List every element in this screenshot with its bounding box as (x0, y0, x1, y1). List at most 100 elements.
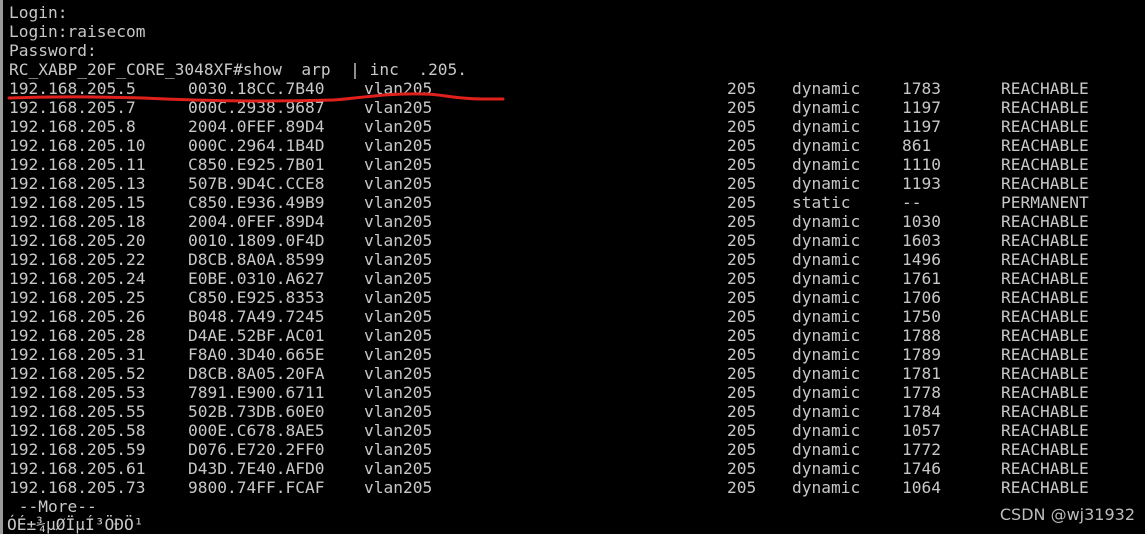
state-cell: REACHABLE (1001, 478, 1089, 497)
age-cell: 1750 (902, 307, 941, 326)
mac-address-cell: F8A0.3D40.665E (188, 345, 325, 364)
interface-cell: vlan205 (364, 212, 433, 231)
vlan-id-cell: 205 (727, 98, 757, 117)
state-cell: REACHABLE (1001, 117, 1089, 136)
ip-address-cell: 192.168.205.5 (9, 79, 136, 98)
entry-type-cell: dynamic (792, 117, 861, 136)
vlan-id-cell: 205 (727, 364, 757, 383)
vlan-id-cell: 205 (727, 269, 757, 288)
arp-entry-row: 192.168.205.20 0010.1809.0F4D vlan205 205 dy… (3, 231, 1145, 250)
age-cell: 1781 (902, 364, 941, 383)
state-cell: REACHABLE (1001, 326, 1089, 345)
interface-cell: vlan205 (364, 459, 433, 478)
vlan-id-cell: 205 (727, 326, 757, 345)
vlan-id-cell: 205 (727, 440, 757, 459)
vlan-id-cell: 205 (727, 345, 757, 364)
mac-address-cell: 9800.74FF.FCAF (188, 478, 325, 497)
interface-cell: vlan205 (364, 383, 433, 402)
entry-type-cell: dynamic (792, 250, 861, 269)
ip-address-cell: 192.168.205.10 (9, 136, 146, 155)
interface-cell: vlan205 (364, 136, 433, 155)
vlan-id-cell: 205 (727, 478, 757, 497)
ip-address-cell: 192.168.205.18 (9, 212, 146, 231)
entry-type-cell: dynamic (792, 440, 861, 459)
state-cell: REACHABLE (1001, 250, 1089, 269)
interface-cell: vlan205 (364, 117, 433, 136)
interface-cell: vlan205 (364, 231, 433, 250)
interface-cell: vlan205 (364, 345, 433, 364)
state-cell: REACHABLE (1001, 288, 1089, 307)
mac-address-cell: 0010.1809.0F4D (188, 231, 325, 250)
interface-cell: vlan205 (364, 174, 433, 193)
mac-address-cell: C850.E936.49B9 (188, 193, 325, 212)
ip-address-cell: 192.168.205.13 (9, 174, 146, 193)
vlan-id-cell: 205 (727, 402, 757, 421)
mac-address-cell: E0BE.0310.A627 (188, 269, 325, 288)
age-cell: 1788 (902, 326, 941, 345)
mac-address-cell: 7891.E900.6711 (188, 383, 325, 402)
age-cell: -- (902, 193, 922, 212)
interface-cell: vlan205 (364, 307, 433, 326)
arp-entry-row: 192.168.205.25 C850.E925.8353 vlan205 205 dy… (3, 288, 1145, 307)
age-cell: 1789 (902, 345, 941, 364)
age-cell: 1778 (902, 383, 941, 402)
ip-address-cell: 192.168.205.7 (9, 98, 136, 117)
mac-address-cell: B048.7A49.7245 (188, 307, 325, 326)
ip-address-cell: 192.168.205.22 (9, 250, 146, 269)
mac-address-cell: 000C.2938.9687 (188, 98, 325, 117)
state-cell: REACHABLE (1001, 421, 1089, 440)
vlan-id-cell: 205 (727, 421, 757, 440)
mac-address-cell: 2004.0FEF.89D4 (188, 212, 325, 231)
terminal-window[interactable]: Login: Login:raisecom Password: RC_XABP_… (0, 0, 1145, 534)
interface-cell: vlan205 (364, 79, 433, 98)
age-cell: 861 (902, 136, 932, 155)
interface-cell: vlan205 (364, 288, 433, 307)
age-cell: 1784 (902, 402, 941, 421)
age-cell: 1064 (902, 478, 941, 497)
entry-type-cell: dynamic (792, 364, 861, 383)
ip-address-cell: 192.168.205.20 (9, 231, 146, 250)
interface-cell: vlan205 (364, 421, 433, 440)
age-cell: 1197 (902, 117, 941, 136)
state-cell: REACHABLE (1001, 155, 1089, 174)
ip-address-cell: 192.168.205.25 (9, 288, 146, 307)
arp-entry-row: 192.168.205.28 D4AE.52BF.AC01 vlan205 205 dy… (3, 326, 1145, 345)
vlan-id-cell: 205 (727, 231, 757, 250)
age-cell: 1761 (902, 269, 941, 288)
interface-cell: vlan205 (364, 155, 433, 174)
vlan-id-cell: 205 (727, 155, 757, 174)
state-cell: REACHABLE (1001, 459, 1089, 478)
state-cell: REACHABLE (1001, 212, 1089, 231)
state-cell: REACHABLE (1001, 364, 1089, 383)
mac-address-cell: 0030.18CC.7B40 (188, 79, 325, 98)
mac-address-cell: D4AE.52BF.AC01 (188, 326, 325, 345)
age-cell: 1110 (902, 155, 941, 174)
arp-entry-row: 192.168.205.22 D8CB.8A0A.8599 vlan205 205 dy… (3, 250, 1145, 269)
state-cell: PERMANENT (1001, 193, 1089, 212)
entry-type-cell: dynamic (792, 79, 861, 98)
arp-entry-row: 192.168.205.52 D8CB.8A05.20FA vlan205 205 dy… (3, 364, 1145, 383)
ip-address-cell: 192.168.205.31 (9, 345, 146, 364)
vlan-id-cell: 205 (727, 136, 757, 155)
vlan-id-cell: 205 (727, 288, 757, 307)
interface-cell: vlan205 (364, 193, 433, 212)
interface-cell: vlan205 (364, 364, 433, 383)
ip-address-cell: 192.168.205.58 (9, 421, 146, 440)
arp-entry-row: 192.168.205.61 D43D.7E40.AFD0 vlan205 205 dy… (3, 459, 1145, 478)
ip-address-cell: 192.168.205.24 (9, 269, 146, 288)
age-cell: 1603 (902, 231, 941, 250)
mac-address-cell: D076.E720.2FF0 (188, 440, 325, 459)
interface-cell: vlan205 (364, 402, 433, 421)
state-cell: REACHABLE (1001, 383, 1089, 402)
vlan-id-cell: 205 (727, 212, 757, 231)
arp-entry-row: 192.168.205.10 000C.2964.1B4D vlan205 205 dy… (3, 136, 1145, 155)
ip-address-cell: 192.168.205.28 (9, 326, 146, 345)
mac-address-cell: 507B.9D4C.CCE8 (188, 174, 325, 193)
arp-entry-row: 192.168.205.11 C850.E925.7B01 vlan205 205 dy… (3, 155, 1145, 174)
state-cell: REACHABLE (1001, 79, 1089, 98)
state-cell: REACHABLE (1001, 136, 1089, 155)
state-cell: REACHABLE (1001, 98, 1089, 117)
state-cell: REACHABLE (1001, 174, 1089, 193)
interface-cell: vlan205 (364, 269, 433, 288)
entry-type-cell: dynamic (792, 212, 861, 231)
